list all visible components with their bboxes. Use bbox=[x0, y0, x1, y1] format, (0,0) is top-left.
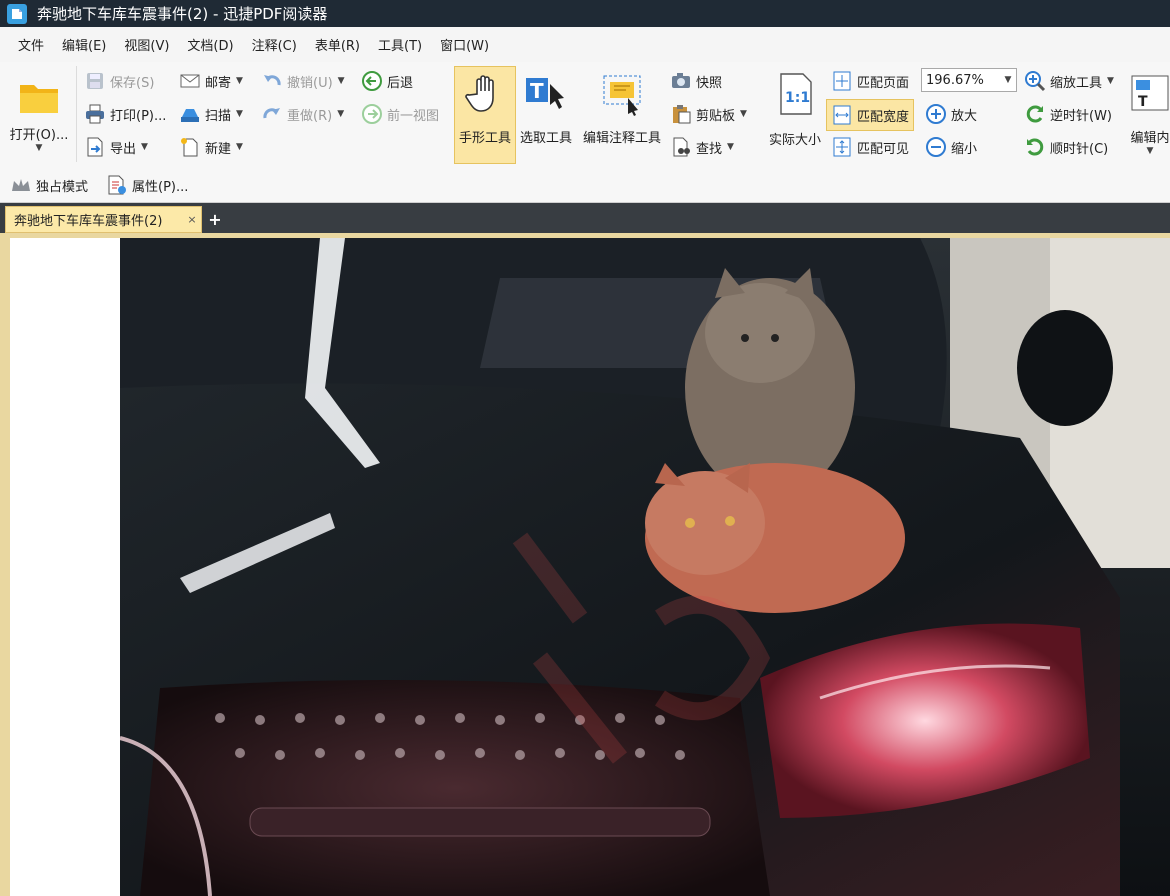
arrow-right-circle-icon bbox=[361, 103, 383, 125]
fit-page-icon bbox=[831, 70, 853, 92]
separator bbox=[76, 66, 77, 162]
menu-file[interactable]: 文件 bbox=[10, 35, 52, 54]
actual-size-button[interactable]: 1:1 实际大小 bbox=[764, 67, 826, 148]
redo-icon bbox=[261, 103, 283, 125]
arrow-left-circle-icon bbox=[361, 70, 383, 92]
scanner-icon bbox=[179, 103, 201, 125]
title-bar: 奔驰地下车库车震事件(2) - 迅捷PDF阅读器 bbox=[0, 0, 1170, 27]
menu-tools[interactable]: 工具(T) bbox=[370, 35, 430, 54]
edit-content-dropdown-icon[interactable]: ▼ bbox=[1147, 146, 1154, 156]
close-tab-icon[interactable]: × bbox=[183, 213, 201, 226]
fit-visible-button[interactable]: 匹配可见 bbox=[831, 136, 909, 158]
plus-circle-icon bbox=[925, 103, 947, 125]
clipboard-button[interactable]: 剪贴板 ▼ bbox=[670, 103, 747, 125]
undo-button[interactable]: 撤销(U) ▼ bbox=[261, 70, 345, 92]
fit-width-icon bbox=[831, 104, 853, 126]
magnifier-icon bbox=[1024, 70, 1046, 92]
svg-text:T: T bbox=[530, 79, 544, 103]
clipboard-dropdown-icon[interactable]: ▼ bbox=[740, 109, 747, 119]
find-dropdown-icon[interactable]: ▼ bbox=[727, 142, 734, 152]
open-dropdown-icon[interactable]: ▼ bbox=[36, 143, 43, 153]
snapshot-button[interactable]: 快照 bbox=[670, 70, 722, 92]
new-dropdown-icon[interactable]: ▼ bbox=[236, 142, 243, 152]
text-cursor-icon: T bbox=[522, 67, 570, 121]
select-tool-button[interactable]: T 选取工具 bbox=[515, 67, 577, 146]
rotate-ccw-icon bbox=[1024, 103, 1046, 125]
menu-window[interactable]: 窗口(W) bbox=[432, 35, 497, 54]
mail-button[interactable]: 邮寄 ▼ bbox=[179, 70, 243, 92]
zoom-in-button[interactable]: 放大 bbox=[925, 103, 977, 125]
menu-form[interactable]: 表单(R) bbox=[307, 35, 368, 54]
zoom-tool-button[interactable]: 缩放工具 ▼ bbox=[1024, 70, 1114, 92]
annotation-icon bbox=[598, 67, 646, 121]
binoculars-icon bbox=[670, 136, 692, 158]
menu-view[interactable]: 视图(V) bbox=[116, 35, 177, 54]
svg-text:1:1: 1:1 bbox=[785, 90, 810, 106]
fit-page-button[interactable]: 匹配页面 bbox=[831, 70, 909, 92]
document-tab-strip: 奔驰地下车库车震事件(2) × + bbox=[0, 203, 1170, 233]
scan-dropdown-icon[interactable]: ▼ bbox=[236, 109, 243, 119]
hand-tool-button[interactable]: 手形工具 bbox=[454, 66, 516, 164]
exclusive-mode-button[interactable]: 独占模式 bbox=[10, 174, 88, 196]
export-dropdown-icon[interactable]: ▼ bbox=[141, 142, 148, 152]
app-logo-icon bbox=[7, 3, 27, 24]
save-icon bbox=[84, 70, 106, 92]
menu-document[interactable]: 文档(D) bbox=[179, 35, 241, 54]
window-title: 奔驰地下车库车震事件(2) - 迅捷PDF阅读器 bbox=[37, 5, 328, 23]
edit-content-icon: T bbox=[1130, 67, 1170, 121]
export-icon bbox=[84, 136, 106, 158]
rotate-clockwise-button[interactable]: 顺时针(C) bbox=[1024, 136, 1108, 158]
svg-text:T: T bbox=[1138, 94, 1148, 110]
edit-annotation-tool-button[interactable]: 编辑注释工具 bbox=[578, 67, 666, 146]
redo-dropdown-icon[interactable]: ▼ bbox=[337, 109, 344, 119]
find-button[interactable]: 查找 ▼ bbox=[670, 136, 734, 158]
menu-edit[interactable]: 编辑(E) bbox=[54, 35, 114, 54]
menu-comment[interactable]: 注释(C) bbox=[244, 35, 305, 54]
properties-icon bbox=[106, 174, 128, 196]
rotate-counterclockwise-button[interactable]: 逆时针(W) bbox=[1024, 103, 1112, 125]
back-button[interactable]: 后退 bbox=[361, 70, 413, 92]
previous-view-button[interactable]: 前一视图 bbox=[361, 103, 439, 125]
new-tab-button[interactable]: + bbox=[206, 210, 224, 229]
page-margin bbox=[10, 238, 120, 896]
mail-dropdown-icon[interactable]: ▼ bbox=[236, 76, 243, 86]
printer-icon bbox=[84, 103, 106, 125]
zoom-out-button[interactable]: 缩小 bbox=[925, 136, 977, 158]
camera-icon bbox=[670, 70, 692, 92]
folder-icon bbox=[15, 70, 63, 124]
document-tab[interactable]: 奔驰地下车库车震事件(2) × bbox=[5, 206, 202, 233]
secondary-toolbar: 独占模式 属性(P)... bbox=[0, 168, 1170, 203]
menu-bar: 文件 编辑(E) 视图(V) 文档(D) 注释(C) 表单(R) 工具(T) 窗… bbox=[0, 27, 1170, 62]
new-button[interactable]: 新建 ▼ bbox=[179, 136, 243, 158]
clipboard-icon bbox=[670, 103, 692, 125]
crown-icon bbox=[10, 174, 32, 196]
actual-size-icon: 1:1 bbox=[771, 67, 819, 121]
toolbar-ribbon: 打开(O)... ▼ 保存(S) 打印(P)... 导出 ▼ 邮寄 ▼ 扫描 ▼ 新建… bbox=[0, 62, 1170, 169]
document-photo bbox=[120, 238, 1170, 896]
fit-visible-icon bbox=[831, 136, 853, 158]
export-button[interactable]: 导出 ▼ bbox=[84, 136, 148, 158]
zoom-tool-dropdown-icon[interactable]: ▼ bbox=[1107, 76, 1114, 86]
hand-icon bbox=[461, 67, 509, 121]
scan-button[interactable]: 扫描 ▼ bbox=[179, 103, 243, 125]
envelope-icon bbox=[179, 70, 201, 92]
undo-icon bbox=[261, 70, 283, 92]
print-button[interactable]: 打印(P)... bbox=[84, 103, 166, 125]
fit-width-button[interactable]: 匹配宽度 bbox=[826, 99, 915, 131]
open-button[interactable]: 打开(O)... ▼ bbox=[6, 70, 72, 153]
zoom-level-select[interactable]: 196.67% ▼ bbox=[921, 68, 1017, 92]
properties-button[interactable]: 属性(P)... bbox=[106, 174, 188, 196]
zoom-dropdown-icon[interactable]: ▼ bbox=[1000, 75, 1016, 85]
edit-content-button[interactable]: T 编辑内 ▼ bbox=[1130, 67, 1170, 156]
minus-circle-icon bbox=[925, 136, 947, 158]
save-button[interactable]: 保存(S) bbox=[84, 70, 154, 92]
new-document-icon bbox=[179, 136, 201, 158]
open-label: 打开(O)... bbox=[9, 128, 69, 143]
undo-dropdown-icon[interactable]: ▼ bbox=[338, 76, 345, 86]
rotate-cw-icon bbox=[1024, 136, 1046, 158]
redo-button[interactable]: 重做(R) ▼ bbox=[261, 103, 344, 125]
